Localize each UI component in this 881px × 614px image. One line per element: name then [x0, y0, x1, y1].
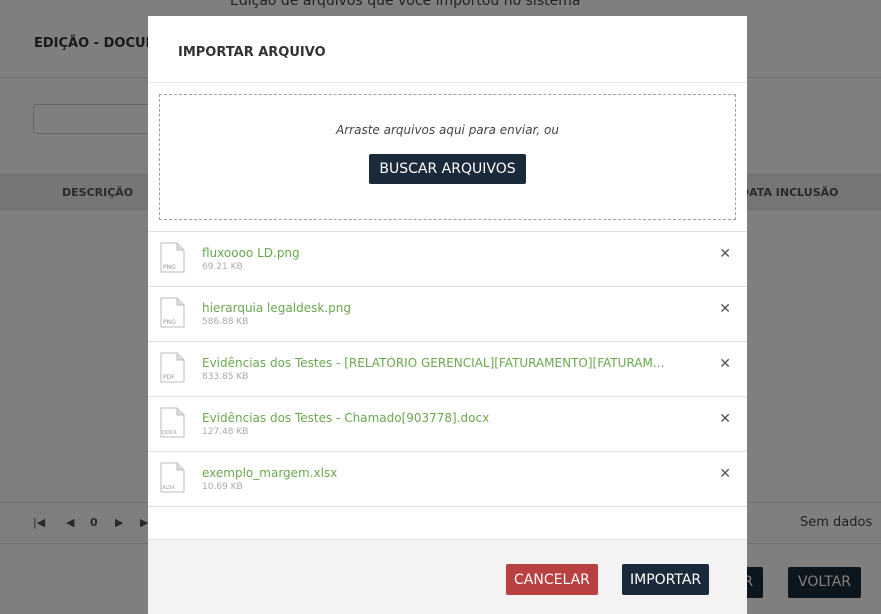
- svg-text:XLSX: XLSX: [162, 485, 175, 491]
- file-size: 69.21 KB: [202, 262, 243, 272]
- file-name: fluxoooo LD.png: [202, 246, 300, 260]
- import-button[interactable]: IMPORTAR: [622, 564, 710, 595]
- file-size: 127.48 KB: [202, 427, 249, 437]
- remove-file-icon[interactable]: ✕: [719, 246, 731, 262]
- file-size: 10.69 KB: [202, 482, 243, 492]
- remove-file-icon[interactable]: ✕: [719, 301, 731, 317]
- browse-files-button[interactable]: BUSCAR ARQUIVOS: [369, 154, 526, 184]
- png-file-icon: PNG: [160, 242, 185, 273]
- file-name: hierarquia legaldesk.png: [202, 301, 351, 315]
- file-item: XLSX exemplo_margem.xlsx 10.69 KB ✕: [148, 452, 747, 507]
- import-file-modal: IMPORTAR ARQUIVO Arraste arquivos aqui p…: [148, 16, 747, 614]
- modal-header: IMPORTAR ARQUIVO: [148, 16, 747, 83]
- png-file-icon: PNG: [160, 297, 185, 328]
- remove-file-icon[interactable]: ✕: [719, 356, 731, 372]
- file-item: PNG hierarquia legaldesk.png 586.88 KB ✕: [148, 287, 747, 342]
- pdf-file-icon: PDF: [160, 352, 185, 383]
- svg-text:DOCX: DOCX: [162, 430, 177, 436]
- file-dropzone[interactable]: Arraste arquivos aqui para enviar, ou BU…: [159, 94, 736, 220]
- remove-file-icon[interactable]: ✕: [719, 411, 731, 427]
- svg-text:PNG: PNG: [163, 319, 176, 326]
- file-size: 833.85 KB: [202, 372, 249, 382]
- docx-file-icon: DOCX: [160, 407, 185, 438]
- file-list: PNG fluxoooo LD.png 69.21 KB ✕ PNG hiera…: [148, 231, 747, 507]
- file-name: exemplo_margem.xlsx: [202, 466, 338, 480]
- file-item: DOCX Evidências dos Testes - Chamado[903…: [148, 397, 747, 452]
- cancel-button[interactable]: CANCELAR: [506, 564, 598, 595]
- file-item: PDF Evidências dos Testes - [RELATÓRIO G…: [148, 342, 747, 397]
- modal-footer: CANCELAR IMPORTAR: [148, 539, 747, 614]
- dropzone-text: Arraste arquivos aqui para enviar, ou: [336, 123, 559, 137]
- file-size: 586.88 KB: [202, 317, 249, 327]
- remove-file-icon[interactable]: ✕: [719, 466, 731, 482]
- file-item: PNG fluxoooo LD.png 69.21 KB ✕: [148, 232, 747, 287]
- modal-title: IMPORTAR ARQUIVO: [178, 45, 326, 60]
- svg-text:PNG: PNG: [163, 264, 176, 271]
- file-name: Evidências dos Testes - [RELATÓRIO GEREN…: [202, 356, 665, 370]
- file-name: Evidências dos Testes - Chamado[903778].…: [202, 411, 490, 425]
- xlsx-file-icon: XLSX: [160, 462, 185, 493]
- svg-text:PDF: PDF: [163, 374, 175, 381]
